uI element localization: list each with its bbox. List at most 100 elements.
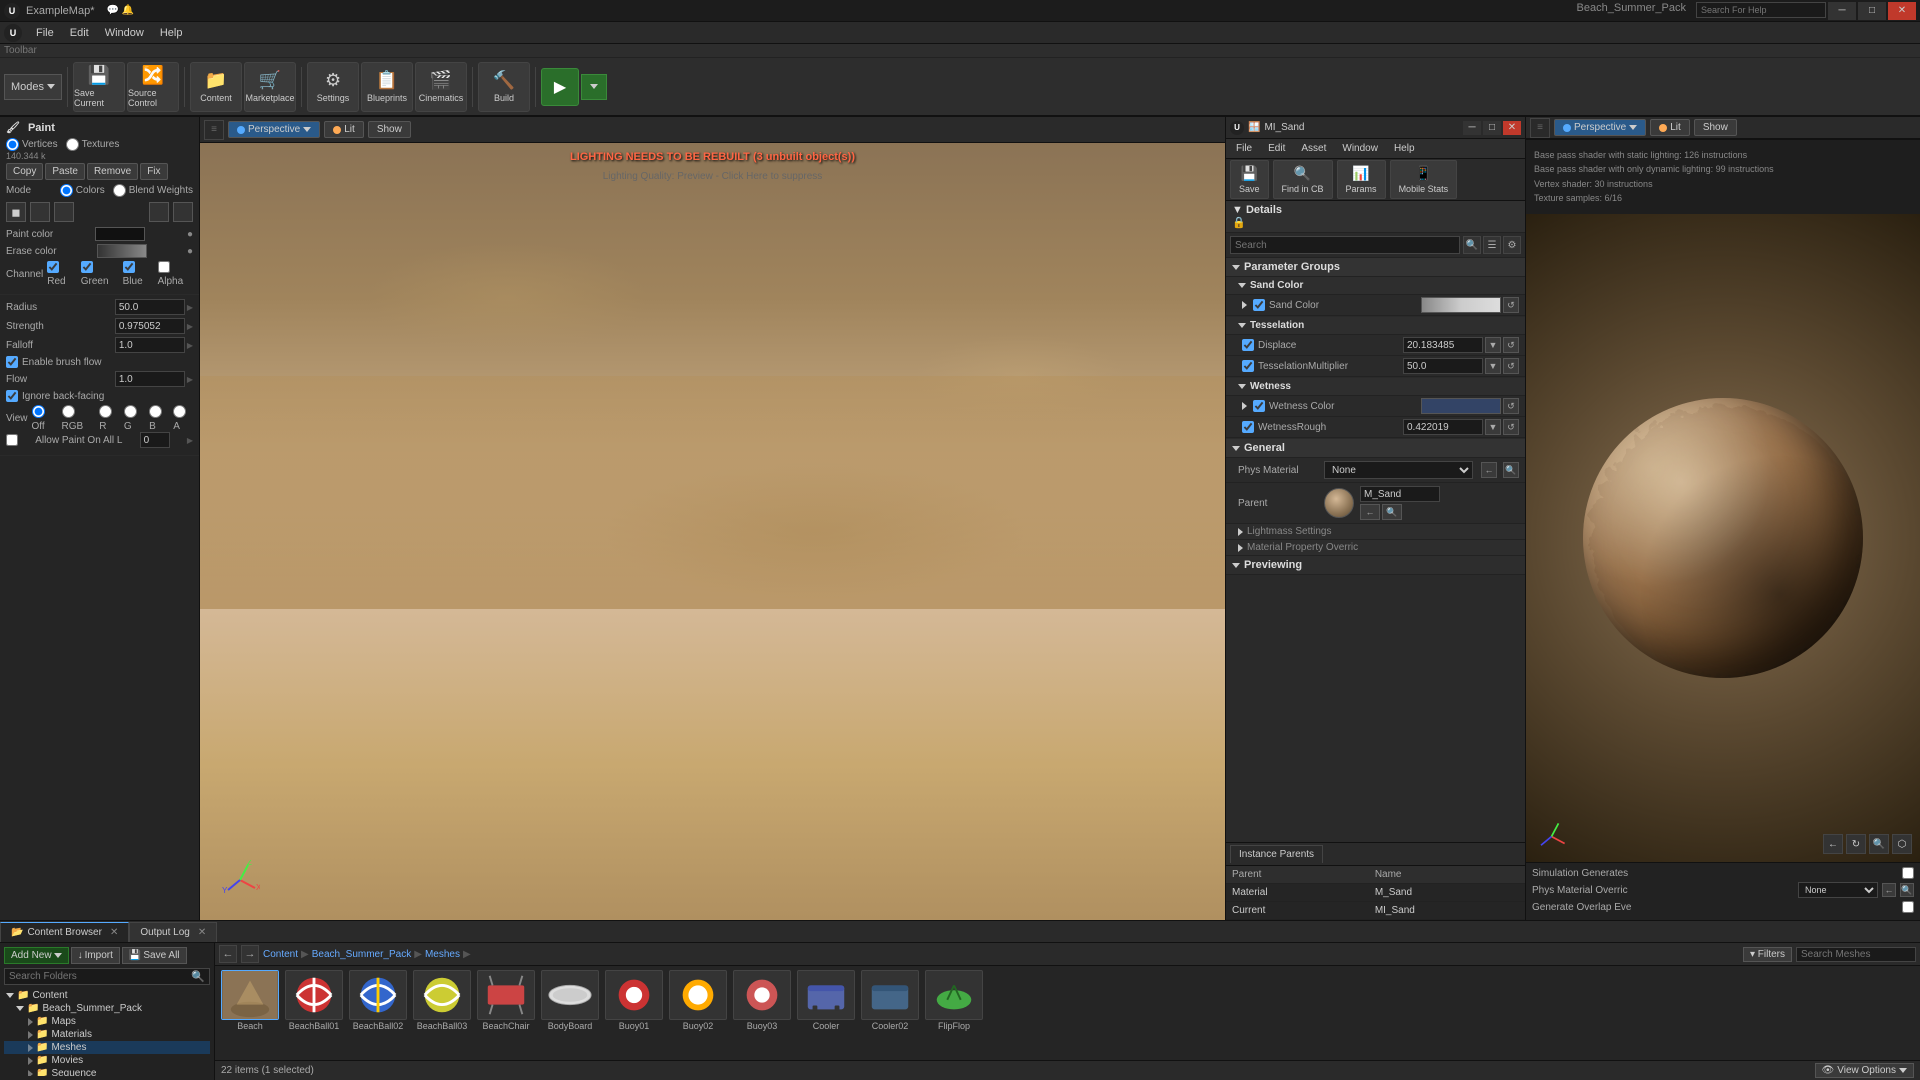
search-for-help-input[interactable] [1696, 2, 1826, 18]
details-lock-icon[interactable]: 🔒 [1232, 216, 1246, 229]
preview-nav-3[interactable]: 🔍 [1869, 834, 1889, 854]
sand-color-swatch[interactable] [1421, 297, 1501, 313]
asset-beach[interactable]: Beach [219, 970, 281, 1031]
sand-color-header[interactable]: Sand Color [1226, 277, 1525, 295]
material-property-section[interactable]: Material Property Overric [1226, 540, 1525, 556]
viewport-menu-button[interactable]: ≡ [204, 120, 224, 140]
asset-beachair[interactable]: BeachChair [475, 970, 537, 1031]
view-options-button[interactable]: 👁 View Options [1815, 1063, 1914, 1078]
swatch-2[interactable] [30, 202, 50, 222]
mat-find-cb-button[interactable]: 🔍 Find in CB [1273, 160, 1333, 199]
param-groups-header[interactable]: Parameter Groups [1226, 258, 1525, 277]
search-options-button[interactable]: ☰ [1483, 236, 1501, 254]
show-button[interactable]: Show [368, 121, 411, 138]
ignore-back-facing-checkbox[interactable] [6, 390, 18, 402]
vertices-radio[interactable]: Vertices [6, 138, 58, 151]
phys-arrow-btn[interactable]: ← [1481, 462, 1497, 478]
previewing-section[interactable]: Previewing [1226, 556, 1525, 575]
blueprints-button[interactable]: 📋 Blueprints [361, 62, 413, 112]
paint-color-swatch[interactable] [95, 227, 145, 241]
phys-material-dropdown[interactable]: None [1324, 461, 1473, 479]
wetness-color-swatch[interactable] [1421, 398, 1501, 414]
preview-menu-button[interactable]: ≡ [1530, 118, 1550, 138]
displace-reset-btn[interactable]: ↺ [1503, 337, 1519, 353]
play-dropdown-button[interactable] [581, 74, 607, 100]
asset-buoy03[interactable]: Buoy03 [731, 970, 793, 1031]
add-new-button[interactable]: Add New [4, 947, 69, 964]
folder-materials[interactable]: 📁 Materials [4, 1028, 210, 1041]
import-button[interactable]: ↓ Import [71, 947, 120, 964]
blue-channel[interactable]: Blue [123, 261, 154, 287]
asset-cooler[interactable]: Cooler [795, 970, 857, 1031]
modes-dropdown[interactable]: Modes [4, 74, 62, 100]
colors-radio[interactable]: Colors [60, 184, 105, 197]
falloff-input[interactable] [115, 337, 185, 353]
folder-maps[interactable]: 📁 Maps [4, 1015, 210, 1028]
preview-viewport[interactable]: ← ↻ 🔍 ⬡ [1526, 214, 1920, 862]
folder-meshes[interactable]: 📁 Meshes [4, 1041, 210, 1054]
asset-bodyboard[interactable]: BodyBoard [539, 970, 601, 1031]
marketplace-button[interactable]: 🛒 Marketplace [244, 62, 296, 112]
swatch-1[interactable]: ◼ [6, 202, 26, 222]
fix-button[interactable]: Fix [140, 163, 167, 180]
enable-brush-flow-checkbox[interactable] [6, 356, 18, 368]
asset-beachball02[interactable]: BeachBall02 [347, 970, 409, 1031]
swatch-4[interactable] [149, 202, 169, 222]
parent-back-btn[interactable]: ← [1360, 504, 1380, 520]
cb-back-button[interactable]: ← [219, 945, 237, 963]
wetness-rough-dropdown-btn[interactable]: ▼ [1485, 419, 1501, 435]
menu-window[interactable]: Window [97, 22, 152, 43]
cb-breadcrumb-content[interactable]: Content [263, 949, 298, 960]
mat-menu-edit[interactable]: Edit [1262, 139, 1291, 158]
viewport-canvas[interactable]: LIGHTING NEEDS TO BE REBUILT (3 unbuilt … [200, 143, 1225, 920]
search-filter-button[interactable]: ⚙ [1503, 236, 1521, 254]
content-button[interactable]: 📁 Content [190, 62, 242, 112]
allow-paint-input[interactable] [140, 432, 170, 448]
sand-color-reset-button[interactable]: ↺ [1503, 297, 1519, 313]
minimize-button[interactable]: ─ [1828, 2, 1856, 20]
output-log-tab-close[interactable]: ✕ [198, 927, 206, 938]
cb-breadcrumb-meshes[interactable]: Meshes [425, 949, 460, 960]
asset-beachball01[interactable]: BeachBall01 [283, 970, 345, 1031]
sim-generates-checkbox[interactable] [1902, 867, 1914, 879]
parent-search-btn[interactable]: 🔍 [1382, 504, 1402, 520]
perspective-button[interactable]: Perspective [228, 121, 320, 138]
textures-radio[interactable]: Textures [66, 138, 120, 151]
wetness-rough-checkbox[interactable] [1242, 421, 1254, 433]
preview-nav-4[interactable]: ⬡ [1892, 834, 1912, 854]
general-section-header[interactable]: General [1226, 439, 1525, 458]
material-minimize[interactable]: ─ [1463, 121, 1481, 135]
green-channel[interactable]: Green [81, 261, 119, 287]
copy-button[interactable]: Copy [6, 163, 43, 180]
content-browser-tab-close[interactable]: ✕ [110, 927, 118, 938]
paste-button[interactable]: Paste [45, 163, 85, 180]
parent-thumbnail[interactable] [1324, 488, 1354, 518]
phys-search-btn[interactable]: 🔍 [1503, 462, 1519, 478]
asset-buoy02[interactable]: Buoy02 [667, 970, 729, 1031]
folder-movies[interactable]: 📁 Movies [4, 1054, 210, 1067]
generate-overlap-checkbox[interactable] [1902, 901, 1914, 913]
strength-input[interactable] [115, 318, 185, 334]
mat-menu-window[interactable]: Window [1336, 139, 1384, 158]
lightmass-settings-section[interactable]: Lightmass Settings [1226, 524, 1525, 540]
parent-name-input[interactable] [1360, 486, 1440, 502]
menu-help[interactable]: Help [152, 22, 191, 43]
swatch-3[interactable] [54, 202, 74, 222]
cb-breadcrumb-pack[interactable]: Beach_Summer_Pack [312, 949, 412, 960]
phys-override-arrow-btn[interactable]: ← [1882, 883, 1896, 897]
tesselation-header[interactable]: Tesselation [1226, 317, 1525, 335]
material-close[interactable]: ✕ [1503, 121, 1521, 135]
material-maximize[interactable]: □ [1483, 121, 1501, 135]
maximize-button[interactable]: □ [1858, 2, 1886, 20]
tess-mult-dropdown-btn[interactable]: ▼ [1485, 358, 1501, 374]
tess-mult-checkbox[interactable] [1242, 360, 1254, 372]
tess-mult-reset-btn[interactable]: ↺ [1503, 358, 1519, 374]
close-button[interactable]: ✕ [1888, 2, 1916, 20]
lit-button[interactable]: Lit [324, 121, 364, 138]
folder-search-input[interactable] [9, 971, 191, 982]
wetness-header[interactable]: Wetness [1226, 378, 1525, 396]
mat-mobile-stats-button[interactable]: 📱 Mobile Stats [1390, 160, 1458, 199]
cb-search-input[interactable] [1801, 949, 1911, 960]
folder-beach-summer-pack[interactable]: 📁 Beach_Summer_Pack [4, 1002, 210, 1015]
instance-parents-tab[interactable]: Instance Parents [1230, 845, 1323, 863]
